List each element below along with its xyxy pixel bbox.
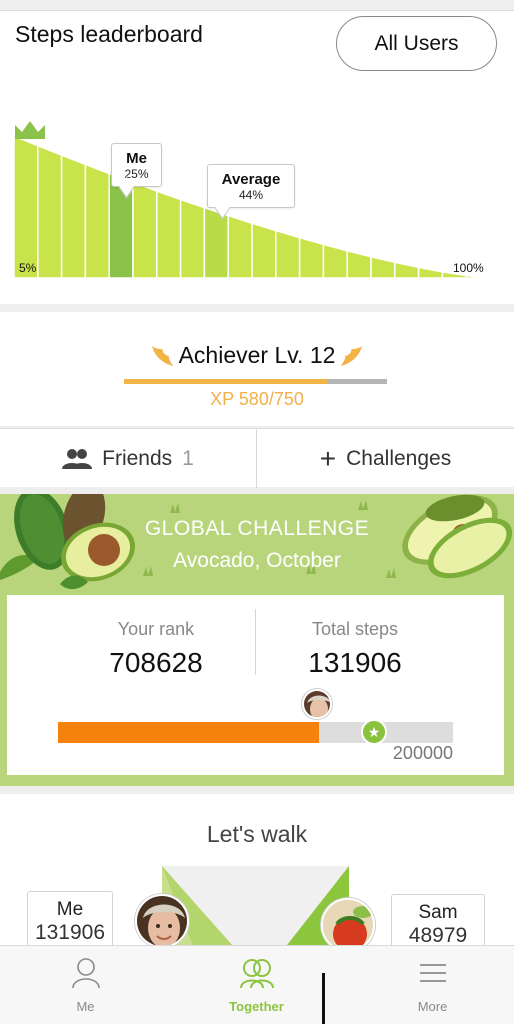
distribution-bar [322, 243, 348, 279]
social-tabs: Friends 1 + Challenges [0, 428, 514, 488]
me-steps: 131906 [34, 921, 106, 944]
goal-star-icon: ★ [361, 719, 387, 745]
crown-icon [15, 121, 45, 139]
me-bubble-value: 25% [124, 167, 149, 181]
average-percentile-bubble: Average 44% [207, 164, 295, 208]
lets-walk-title: Let's walk [206, 821, 308, 847]
distribution-bar [370, 255, 396, 279]
me-name: Me [56, 899, 84, 920]
friends-button[interactable]: Friends 1 [0, 429, 256, 488]
person-icon [71, 958, 100, 989]
nav-me-label: Me [76, 999, 95, 1014]
distribution-bar [156, 190, 182, 279]
achiever-title: Achiever Lv. 12 [178, 341, 336, 368]
distribution-bar [60, 154, 87, 279]
distribution-bar [251, 222, 277, 279]
distribution-bar [84, 163, 110, 279]
distribution-bar [37, 144, 63, 279]
rank-label: Your rank [117, 619, 195, 639]
left-wing-icon [151, 346, 173, 366]
home-indicator [322, 973, 325, 1024]
nav-me[interactable]: Me [0, 946, 171, 1024]
me-steps-bubble: Me 131906 [27, 891, 113, 953]
challenges-label: Challenges [346, 446, 452, 470]
goal-value: 200000 [392, 743, 453, 763]
me-percentile-bubble: Me 25% [111, 143, 162, 187]
global-challenge-card[interactable]: GLOBAL CHALLENGE Avocado, October Your r… [0, 494, 514, 786]
challenge-progress-fill [58, 722, 319, 743]
nav-more[interactable]: More [347, 946, 514, 1024]
sam-name: Sam [418, 902, 458, 923]
my-avatar-marker [301, 689, 332, 719]
right-wing-icon [341, 346, 363, 366]
friends-icon [62, 448, 93, 469]
leaderboard-title: Steps leaderboard [15, 21, 203, 47]
challenge-subtitle: Avocado, October [173, 549, 341, 572]
xp-progress-bar [124, 379, 387, 384]
distribution-bar [298, 236, 325, 279]
nav-together[interactable]: Together [171, 946, 342, 1024]
distribution-bar [13, 134, 39, 279]
achiever-card[interactable]: Achiever Lv. 12 XP 580/750 [0, 312, 514, 426]
sam-avatar[interactable] [321, 898, 375, 952]
distribution-bar [394, 261, 420, 279]
plus-icon: + [319, 442, 337, 474]
together-icon [239, 959, 274, 989]
all-users-button[interactable]: All Users [336, 16, 497, 71]
nav-together-label: Together [229, 999, 284, 1014]
distribution-bar [227, 214, 253, 279]
distribution-bar [465, 274, 491, 279]
xp-progress-fill [124, 379, 328, 384]
rank-value: 708628 [109, 647, 203, 678]
total-steps-label: Total steps [311, 619, 399, 639]
bottom-nav: Me Together More [0, 945, 514, 1024]
leaderboard-card: Steps leaderboard All Users Me 25% Avera… [0, 10, 514, 304]
challenge-title: GLOBAL CHALLENGE [144, 517, 370, 540]
friends-count: 1 [182, 446, 194, 470]
distribution-bar [275, 229, 301, 279]
achiever-title-row: Achiever Lv. 12 [0, 340, 514, 370]
challenges-button[interactable]: + Challenges [257, 429, 514, 488]
challenge-stats-panel: Your rank 708628 Total steps 131906 ★ 20… [7, 595, 504, 775]
challenge-progress-bar [58, 722, 453, 743]
my-avatar[interactable] [135, 894, 189, 948]
distribution-bar [346, 249, 372, 279]
distribution-bar [132, 181, 158, 279]
lets-walk-card[interactable]: Let's walk Me 131906 Sam 48979 [0, 794, 514, 956]
distribution-bar [203, 206, 229, 279]
distribution-bar [417, 266, 444, 279]
end-percentile-label: 100% [453, 261, 484, 275]
me-bubble-label: Me [126, 150, 147, 167]
nav-more-label: More [417, 999, 448, 1014]
average-bubble-label: Average [221, 171, 281, 188]
xp-text: XP 580/750 [210, 389, 304, 409]
total-steps-value: 131906 [308, 647, 402, 678]
average-bubble-value: 44% [238, 188, 264, 202]
friends-label: Friends [102, 446, 173, 470]
distribution-bar [179, 198, 206, 279]
start-percentile-label: 5% [19, 261, 37, 275]
menu-icon [419, 964, 446, 982]
